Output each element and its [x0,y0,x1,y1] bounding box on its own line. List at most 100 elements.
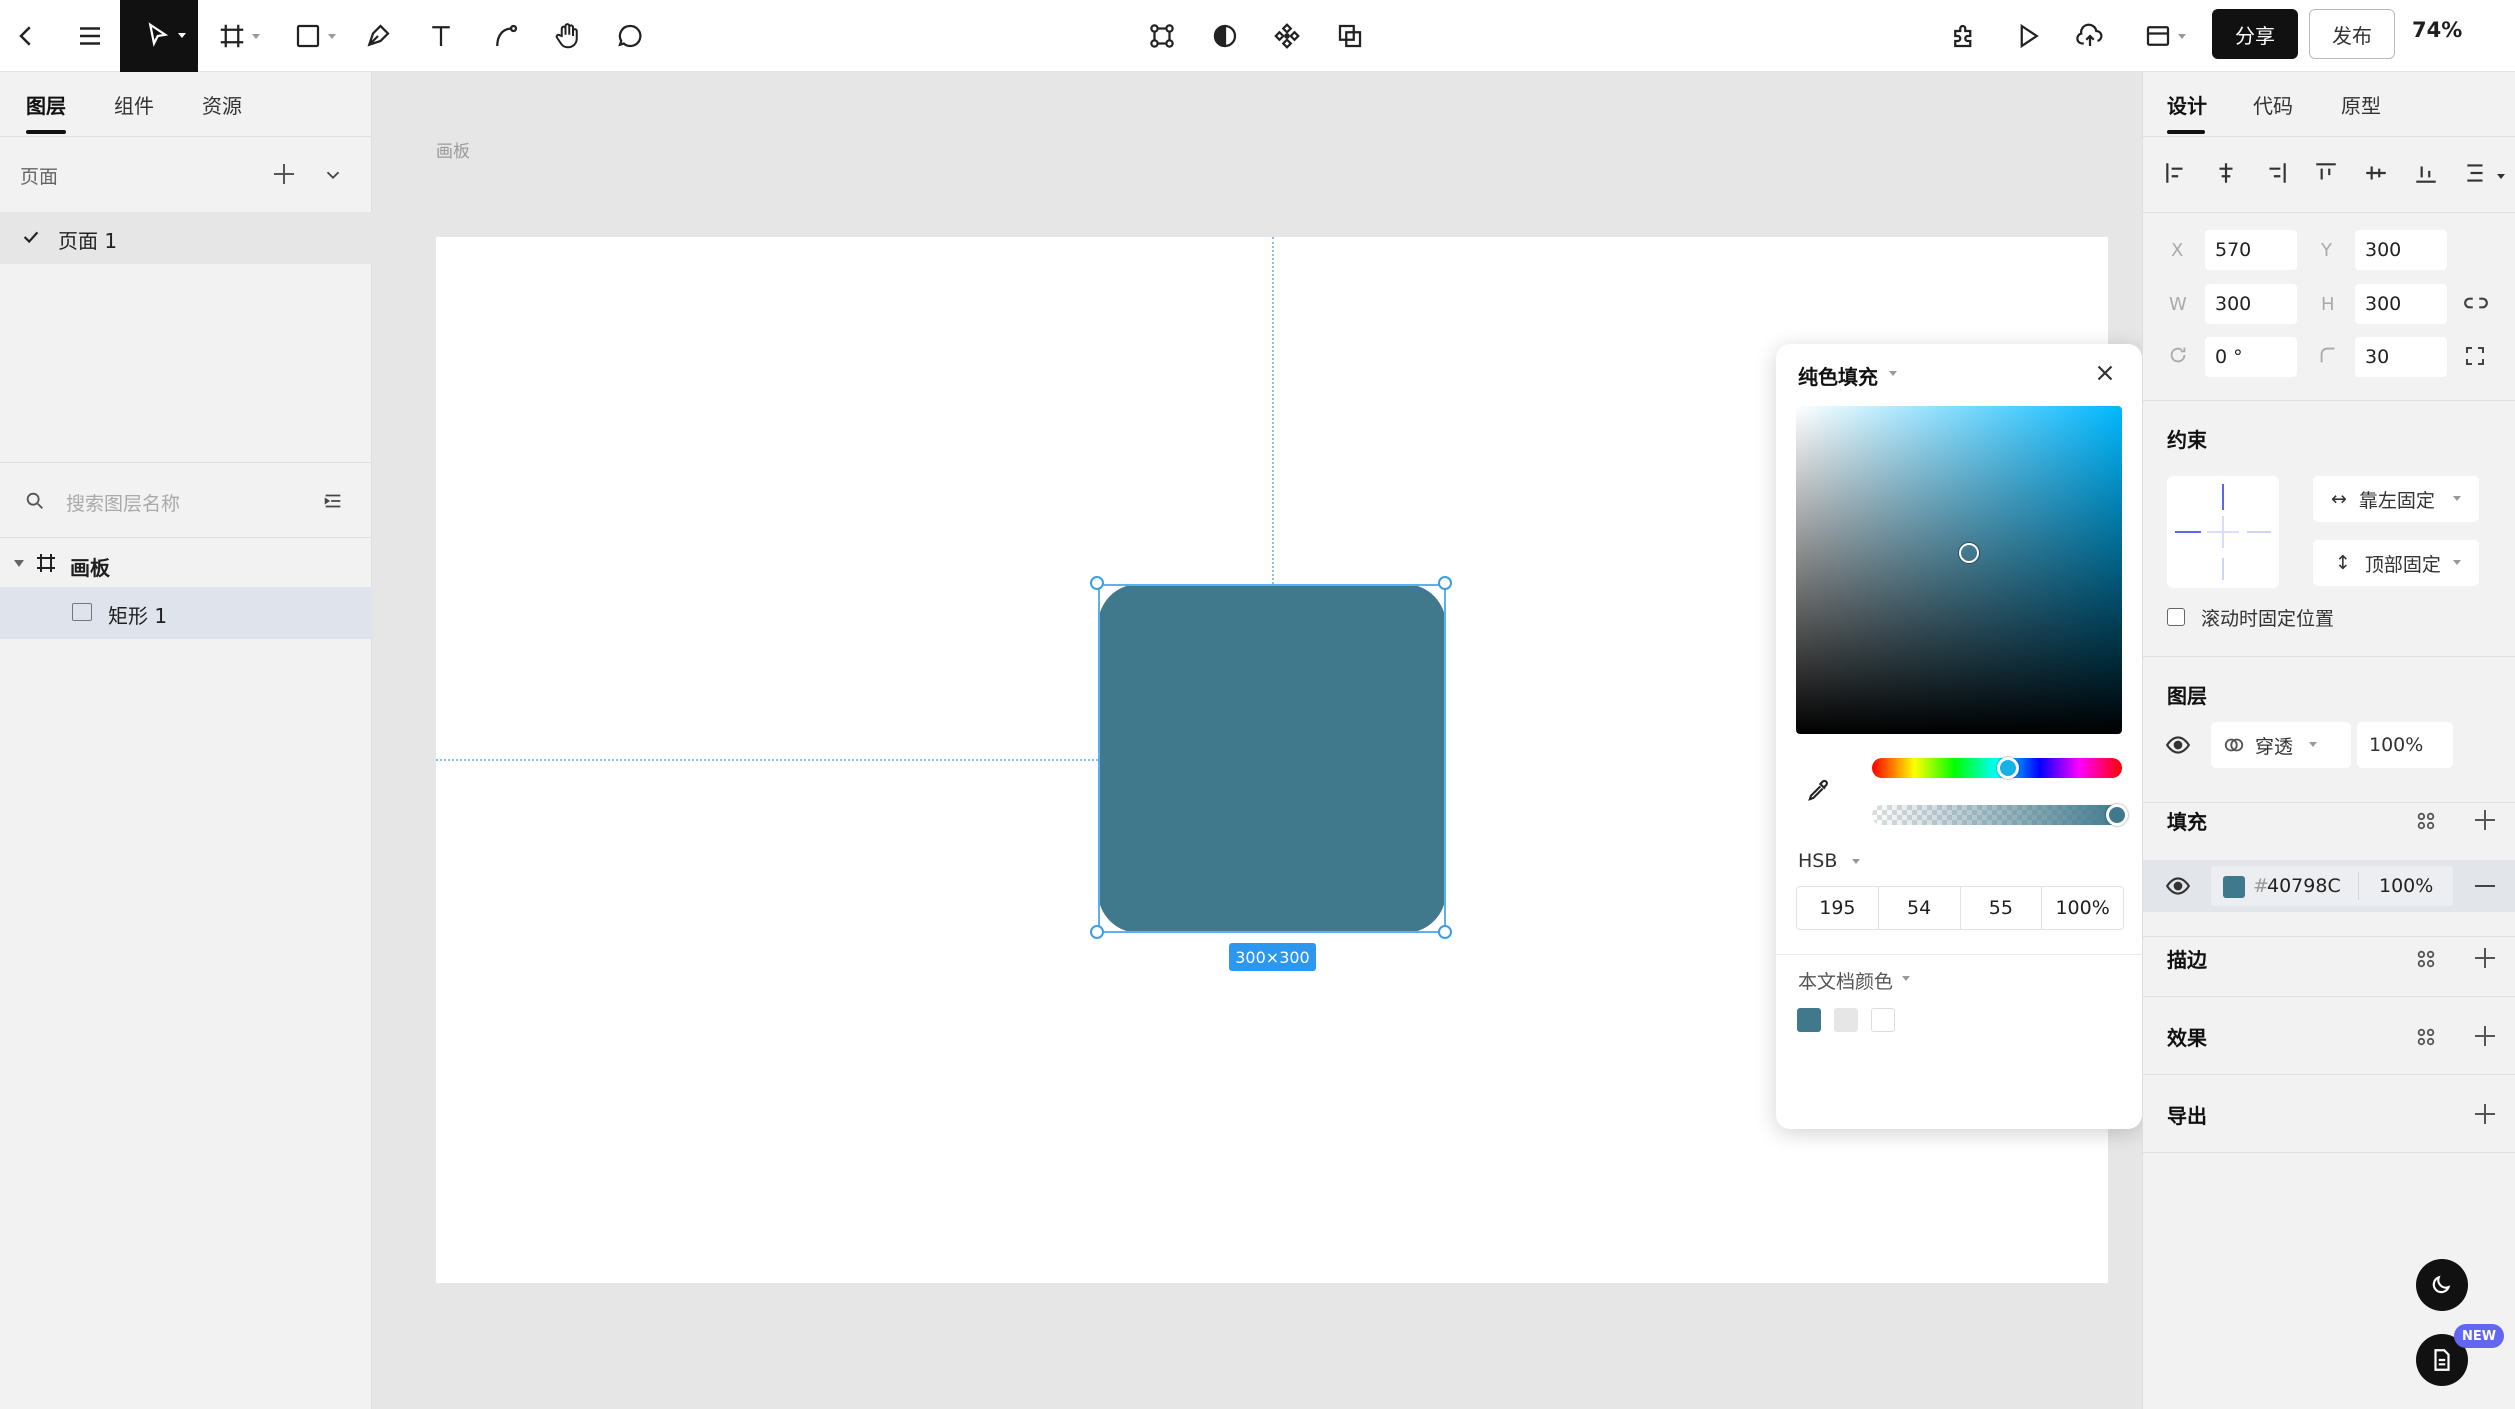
eyedropper-icon[interactable] [1804,777,1832,805]
remove-fill-icon[interactable] [2475,885,2495,887]
document-colors-dropdown[interactable]: 本文档颜色 [1798,967,1893,994]
layer-row-rectangle[interactable]: 矩形 1 [0,587,372,639]
layer-opacity-input[interactable]: 100% [2357,722,2453,768]
brightness-input[interactable]: 55 [1961,887,2043,929]
resize-handle-nw[interactable] [1090,576,1104,590]
x-input[interactable]: 570 [2205,230,2297,270]
horizontal-guide [436,759,1098,761]
union-icon[interactable] [1328,14,1372,58]
publish-button[interactable]: 发布 [2309,9,2395,59]
artboard-label[interactable]: 画板 [436,137,470,162]
add-fill-icon[interactable] [2473,808,2497,832]
close-icon[interactable] [2092,360,2118,386]
fill-type-dropdown[interactable]: 纯色填充 [1798,361,1878,390]
align-top-icon[interactable] [2313,160,2339,186]
saturation-input[interactable]: 54 [1879,887,1961,929]
saturation-brightness-field[interactable] [1796,406,2122,734]
opacity-slider-knob[interactable] [2106,804,2128,826]
alpha-input[interactable]: 100% [2042,887,2123,929]
layout-icon[interactable] [2136,14,2186,58]
radius-input[interactable]: 30 [2355,337,2447,377]
align-right-icon[interactable] [2263,160,2289,186]
width-input[interactable]: 300 [2205,284,2297,324]
independent-corners-icon[interactable] [2463,344,2487,368]
blend-mode-dropdown[interactable]: 穿透 [2211,722,2351,768]
tab-components[interactable]: 组件 [114,90,154,119]
doc-color-swatch[interactable] [1871,1008,1895,1032]
curve-tool-icon[interactable] [484,14,528,58]
eye-icon[interactable] [2165,873,2191,899]
fill-hex-input[interactable]: 40798C [2267,875,2341,897]
fill-color-field[interactable]: # 40798C 100% [2211,866,2453,906]
layer-row-frame[interactable]: 画板 [0,538,372,590]
constraint-widget[interactable] [2167,476,2279,588]
tab-layers[interactable]: 图层 [26,90,66,119]
back-icon[interactable] [4,14,48,58]
color-mode-dropdown[interactable]: HSB [1798,850,1837,872]
y-input[interactable]: 300 [2355,230,2447,270]
theme-toggle-button[interactable] [2416,1259,2468,1311]
opacity-slider[interactable] [1872,805,2122,825]
move-tool-button[interactable] [120,0,198,72]
text-tool-icon[interactable] [419,14,463,58]
divider [2143,212,2515,213]
fix-on-scroll-checkbox[interactable] [2167,608,2185,626]
eye-icon[interactable] [2165,732,2191,758]
distribute-icon[interactable] [2463,160,2489,186]
height-input[interactable]: 300 [2355,284,2447,324]
link-icon[interactable] [2463,290,2489,316]
filter-icon[interactable] [322,490,344,512]
fill-color-swatch[interactable] [2223,876,2245,898]
right-panel: 设计 代码 原型 X 570 Y 300 W 300 H 300 0 ° 30 … [2142,72,2515,1409]
vertical-constraint-dropdown[interactable]: ↕ 顶部固定 [2313,540,2479,586]
effects-section-title: 效果 [2167,1026,2207,1050]
share-button[interactable]: 分享 [2212,9,2298,59]
rotation-input[interactable]: 0 ° [2205,337,2297,377]
w-label: W [2169,294,2187,315]
align-bottom-icon[interactable] [2413,160,2439,186]
align-center-h-icon[interactable] [2213,160,2239,186]
frame-tool-icon[interactable] [210,14,260,58]
doc-color-swatch[interactable] [1797,1008,1821,1032]
add-effect-icon[interactable] [2473,1024,2497,1048]
add-stroke-icon[interactable] [2473,946,2497,970]
layer-search-input[interactable]: 搜索图层名称 [66,489,180,516]
fill-opacity-input[interactable]: 100% [2379,875,2433,897]
resize-handle-ne[interactable] [1438,576,1452,590]
page-item[interactable] [0,212,372,264]
tab-code[interactable]: 代码 [2253,90,2293,119]
zoom-level[interactable]: 74% [2412,18,2462,42]
styles-grid-icon[interactable] [2415,1026,2437,1048]
align-center-v-icon[interactable] [2363,160,2389,186]
pen-tool-icon[interactable] [356,14,400,58]
mask-icon[interactable] [1203,14,1247,58]
comment-tool-icon[interactable] [608,14,652,58]
play-icon[interactable] [2006,14,2050,58]
add-page-icon[interactable] [272,162,296,186]
plugin-icon[interactable] [1942,14,1986,58]
align-left-icon[interactable] [2163,160,2189,186]
tab-design[interactable]: 设计 [2167,90,2207,119]
rectangle-tool-icon[interactable] [286,14,336,58]
upload-cloud-icon[interactable] [2068,14,2112,58]
chevron-down-icon[interactable] [322,164,344,186]
tab-assets[interactable]: 资源 [202,90,242,119]
moon-icon [2432,1275,2451,1294]
styles-grid-icon[interactable] [2415,948,2437,970]
hue-input[interactable]: 195 [1797,887,1879,929]
fix-on-scroll-label: 滚动时固定位置 [2201,608,2335,630]
component-icon[interactable] [1140,14,1184,58]
menu-icon[interactable] [68,14,112,58]
tab-prototype[interactable]: 原型 [2341,90,2381,119]
hand-tool-icon[interactable] [546,14,590,58]
horizontal-constraint-dropdown[interactable]: ↔ 靠左固定 [2313,476,2479,522]
color-cursor[interactable] [1959,543,1979,563]
resize-handle-sw[interactable] [1090,925,1104,939]
hue-slider-knob[interactable] [1997,757,2019,779]
boolean-icon[interactable] [1265,14,1309,58]
resize-handle-se[interactable] [1438,925,1452,939]
styles-grid-icon[interactable] [2415,810,2437,832]
caret-down-icon[interactable] [14,560,24,567]
add-export-icon[interactable] [2473,1102,2497,1126]
doc-color-swatch[interactable] [1834,1008,1858,1032]
